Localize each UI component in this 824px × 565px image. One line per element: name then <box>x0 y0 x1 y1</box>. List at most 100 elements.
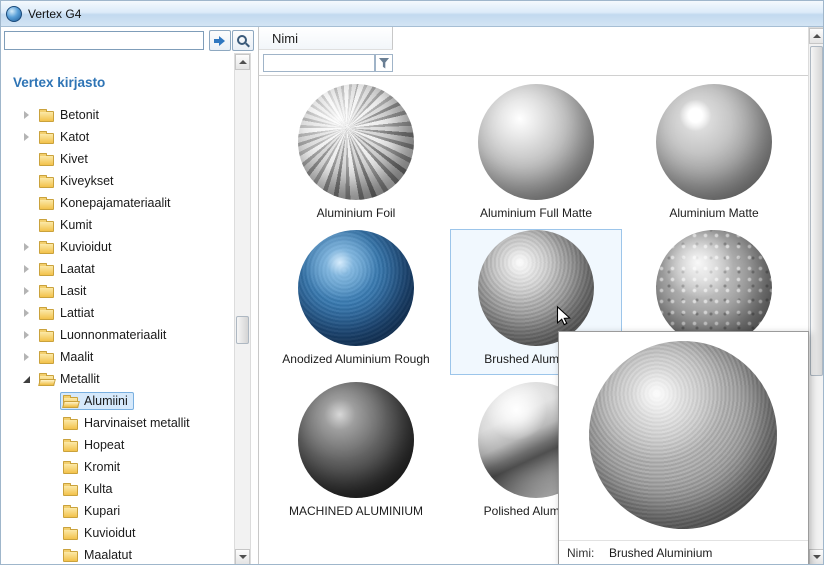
folder-icon <box>63 485 78 496</box>
scrollbar-thumb[interactable] <box>236 316 249 344</box>
tree-item-label: Luonnonmateriaalit <box>60 328 166 342</box>
expand-arrow-icon[interactable] <box>21 324 36 346</box>
tree-indent <box>45 522 60 544</box>
tree-item[interactable]: Kuvioidut <box>1 236 234 258</box>
tree-indent <box>45 390 60 412</box>
tree-item[interactable]: Kuvioidut <box>1 522 234 544</box>
tree-item-label: Alumiini <box>84 394 128 408</box>
tree-item[interactable]: Lattiat <box>1 302 234 324</box>
tree-item[interactable]: Hopeat <box>1 434 234 456</box>
tree-item-label: Hopeat <box>84 438 124 452</box>
tree-item[interactable]: Konepajamateriaalit <box>1 192 234 214</box>
arrow-up-icon <box>813 34 821 38</box>
search-toolbar <box>1 27 258 53</box>
tree-item[interactable]: Laatat <box>1 258 234 280</box>
folder-icon <box>63 529 78 540</box>
app-window: Vertex G4 Nimi Vertex kirjasto Betonit K… <box>0 0 824 565</box>
tree-indent <box>45 500 60 522</box>
material-sphere[interactable] <box>298 84 414 200</box>
tree-item[interactable]: Metallit <box>1 368 234 390</box>
expand-arrow-icon[interactable] <box>21 302 36 324</box>
scrollbar-thumb[interactable] <box>810 46 823 376</box>
tree-item[interactable]: Kulta <box>1 478 234 500</box>
material-tile[interactable]: Aluminium Matte <box>628 83 800 229</box>
scroll-up-button[interactable] <box>809 28 824 44</box>
folder-icon <box>39 155 54 166</box>
title-bar[interactable]: Vertex G4 <box>1 1 823 27</box>
material-sphere[interactable] <box>298 230 414 346</box>
filter-input[interactable] <box>263 54 375 72</box>
app-icon <box>6 6 22 22</box>
folder-icon <box>63 419 78 430</box>
expand-arrow-icon[interactable] <box>21 346 36 368</box>
expand-arrow-icon[interactable] <box>21 280 36 302</box>
collapse-arrow-icon[interactable] <box>21 368 36 390</box>
folder-icon <box>63 507 78 518</box>
tree-indent <box>45 412 60 434</box>
tree-item-label: Lattiat <box>60 306 94 320</box>
arrow-down-icon <box>239 555 247 559</box>
material-tile[interactable]: Aluminium Foil <box>270 83 442 229</box>
open-folder-icon <box>39 375 54 386</box>
tree-item-label: Kupari <box>84 504 120 518</box>
tree-indent <box>45 478 60 500</box>
folder-icon <box>39 221 54 232</box>
material-sphere[interactable] <box>298 382 414 498</box>
tree-item[interactable]: Kiveykset <box>1 170 234 192</box>
tree-item-label: Laatat <box>60 262 95 276</box>
column-header-name[interactable]: Nimi <box>259 27 393 50</box>
grid-scrollbar[interactable] <box>808 27 824 565</box>
tree-item[interactable]: Harvinaiset metallit <box>1 412 234 434</box>
tree-item-label: Konepajamateriaalit <box>60 196 171 210</box>
scroll-up-button[interactable] <box>235 54 250 70</box>
open-folder-icon <box>63 397 78 408</box>
expand-arrow-icon[interactable] <box>21 126 36 148</box>
material-sphere[interactable] <box>656 230 772 346</box>
expand-arrow-icon[interactable] <box>21 104 36 126</box>
tree-item[interactable]: Luonnonmateriaalit <box>1 324 234 346</box>
material-sphere[interactable] <box>478 84 594 200</box>
tree-item[interactable]: Kromit <box>1 456 234 478</box>
preview-footer: Nimi: Brushed Aluminium <box>559 540 808 565</box>
tree-item-label: Betonit <box>60 108 99 122</box>
folder-icon <box>39 111 54 122</box>
material-tile[interactable]: MACHINED ALUMINIUM <box>270 381 442 527</box>
tree-indent <box>45 456 60 478</box>
material-tile[interactable]: Aluminium Full Matte <box>450 83 622 229</box>
go-button[interactable] <box>209 30 231 51</box>
material-sphere[interactable] <box>478 230 594 346</box>
material-tile[interactable]: Anodized Aluminium Rough <box>270 229 442 375</box>
search-button[interactable] <box>232 30 254 51</box>
folder-icon <box>39 331 54 342</box>
tree-item[interactable]: Betonit <box>1 104 234 126</box>
tree-item-label: Harvinaiset metallit <box>84 416 190 430</box>
filter-button[interactable] <box>375 54 393 72</box>
material-label: Aluminium Foil <box>317 206 396 220</box>
tree-item-label: Kromit <box>84 460 120 474</box>
expand-arrow-icon[interactable] <box>21 258 36 280</box>
folder-icon <box>39 243 54 254</box>
tree-indent <box>21 148 36 170</box>
tree-item[interactable]: Kumit <box>1 214 234 236</box>
funnel-icon <box>379 58 390 69</box>
expand-arrow-icon[interactable] <box>21 236 36 258</box>
tree-item-selected[interactable]: Alumiini <box>1 390 234 412</box>
material-label: Aluminium Matte <box>669 206 758 220</box>
search-input[interactable] <box>4 31 204 50</box>
tree-item[interactable]: Maalatut <box>1 544 234 565</box>
scroll-down-button[interactable] <box>235 549 250 565</box>
tree-item[interactable]: Maalit <box>1 346 234 368</box>
magnifier-icon <box>237 35 249 47</box>
folder-icon <box>39 177 54 188</box>
tree-item[interactable]: Kupari <box>1 500 234 522</box>
tree-scrollbar[interactable] <box>234 53 251 565</box>
scroll-down-button[interactable] <box>809 549 824 565</box>
tree-item-label: Kivet <box>60 152 88 166</box>
tree-item[interactable]: Lasit <box>1 280 234 302</box>
tree-item-label: Maalit <box>60 350 93 364</box>
tree-item[interactable]: Kivet <box>1 148 234 170</box>
folder-icon <box>63 441 78 452</box>
material-sphere[interactable] <box>656 84 772 200</box>
tree-item[interactable]: Katot <box>1 126 234 148</box>
material-preview-tooltip: Nimi: Brushed Aluminium <box>558 331 809 565</box>
